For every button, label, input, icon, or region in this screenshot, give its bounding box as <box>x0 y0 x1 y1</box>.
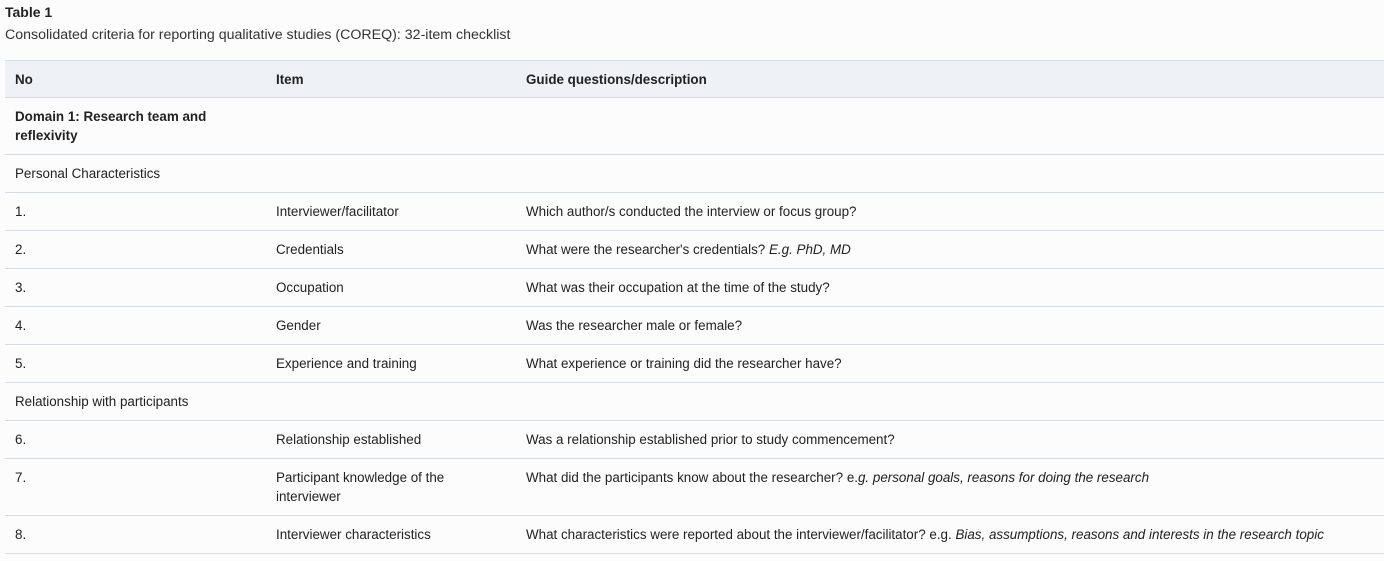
section-row: Relationship with participants <box>5 382 1384 421</box>
description-text: Was a relationship established prior to … <box>526 432 895 447</box>
cell-description: What characteristics were reported about… <box>516 515 1384 554</box>
domain-label: Domain 1: Research team and reflexivity <box>5 97 266 155</box>
description-italic: g. personal goals, reasons for doing the… <box>857 470 1150 485</box>
coreq-table: No Item Guide questions/description Doma… <box>5 60 1384 554</box>
table-row: 3. Occupation What was their occupation at… <box>5 268 1384 307</box>
table-row: 7. Participant knowledge of the interview… <box>5 458 1384 516</box>
empty-cell <box>516 382 1384 421</box>
description-text: What was their occupation at the time of… <box>526 280 830 295</box>
header-no: No <box>5 60 266 98</box>
table-body: Domain 1: Research team and reflexivity P… <box>5 97 1384 554</box>
table-row: 1. Interviewer/facilitator Which author/s … <box>5 192 1384 231</box>
header-item: Item <box>266 60 516 98</box>
cell-no: 2. <box>5 230 266 269</box>
table-title: Table 1 <box>5 4 53 20</box>
description-text: Was the researcher male or female? <box>526 318 743 333</box>
table-caption: Consolidated criteria for reporting qual… <box>5 27 511 43</box>
cell-item: Experience and training <box>266 344 516 383</box>
description-italic: Bias, assumptions, reasons and interests… <box>955 527 1324 542</box>
cell-item: Interviewer/facilitator <box>266 192 516 231</box>
empty-cell <box>266 154 516 193</box>
cell-no: 8. <box>5 515 266 554</box>
cell-description: Which author/s conducted the interview o… <box>516 192 1384 231</box>
cell-description: What were the researcher's credentials? … <box>516 230 1384 269</box>
empty-cell <box>266 382 516 421</box>
cell-no: 1. <box>5 192 266 231</box>
cell-no: 6. <box>5 420 266 459</box>
cell-item: Credentials <box>266 230 516 269</box>
cell-no: 5. <box>5 344 266 383</box>
table-row: 5. Experience and training What experience… <box>5 344 1384 383</box>
cell-item: Gender <box>266 306 516 345</box>
cell-description: Was the researcher male or female? <box>516 306 1384 345</box>
empty-cell <box>266 97 516 155</box>
cell-description: Was a relationship established prior to … <box>516 420 1384 459</box>
cell-description: What experience or training did the rese… <box>516 344 1384 383</box>
description-text: What characteristics were reported about… <box>526 527 956 542</box>
cell-no: 3. <box>5 268 266 307</box>
description-text: What did the participants know about the… <box>526 470 858 485</box>
cell-no: 4. <box>5 306 266 345</box>
table-header-row: No Item Guide questions/description <box>5 60 1384 98</box>
cell-description: What was their occupation at the time of… <box>516 268 1384 307</box>
cell-description: What did the participants know about the… <box>516 458 1384 516</box>
cell-item: Occupation <box>266 268 516 307</box>
description-text: What experience or training did the rese… <box>526 356 842 371</box>
description-italic: E.g. PhD, MD <box>768 242 851 257</box>
table-row: 4. Gender Was the researcher male or femal… <box>5 306 1384 345</box>
table-row: 6. Relationship established Was a relation… <box>5 420 1384 459</box>
description-text: Which author/s conducted the interview o… <box>526 204 857 219</box>
table-row: 2. Credentials What were the researcher's … <box>5 230 1384 269</box>
cell-item: Interviewer characteristics <box>266 515 516 554</box>
cell-no: 7. <box>5 458 266 516</box>
section-label: Personal Characteristics <box>5 154 266 193</box>
table-row: 8. Interviewer characteristics What charac… <box>5 515 1384 554</box>
domain-row: Domain 1: Research team and reflexivity <box>5 97 1384 155</box>
empty-cell <box>516 154 1384 193</box>
section-label: Relationship with participants <box>5 382 266 421</box>
cell-item: Participant knowledge of the interviewer <box>266 458 516 516</box>
cell-item: Relationship established <box>266 420 516 459</box>
empty-cell <box>516 97 1384 155</box>
header-guide: Guide questions/description <box>516 60 1384 98</box>
section-row: Personal Characteristics <box>5 154 1384 193</box>
description-text: What were the researcher's credentials? <box>526 242 769 257</box>
